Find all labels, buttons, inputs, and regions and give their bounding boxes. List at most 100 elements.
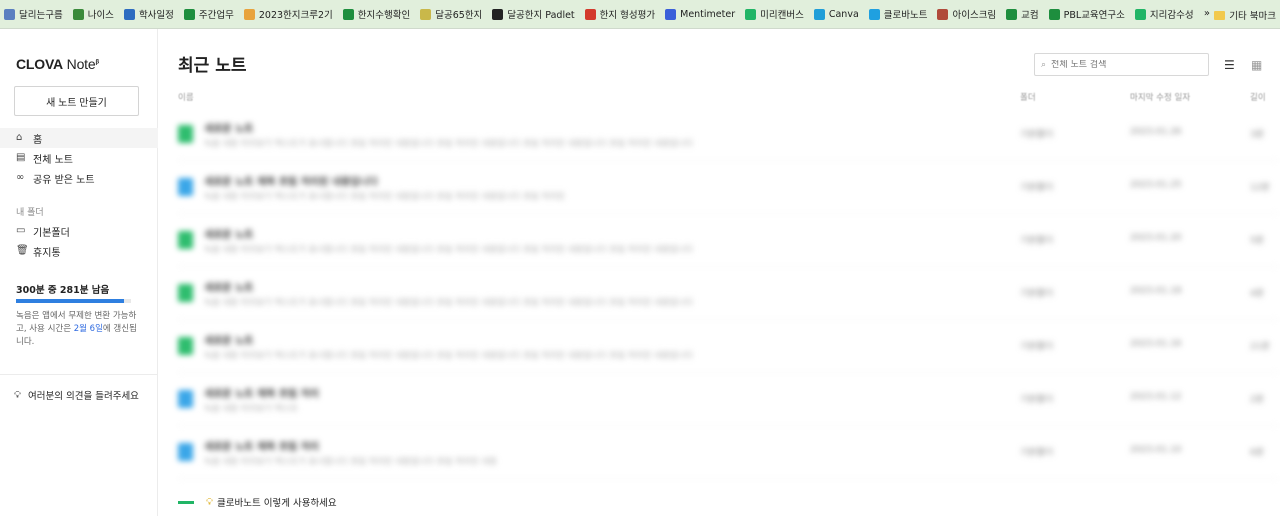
table-row[interactable]: 새로운 노트 제목 흐림 처리 녹음 내용 미리보기 텍스트 기본폴더 2023.01… [178,374,1278,426]
note-preview: 녹음 내용 미리보기 텍스트가 표시됩니다 흐림 처리된 내용입니다 흐림 처리… [204,351,693,361]
column-header-modified[interactable]: 마지막 수정 일자 [1130,91,1190,103]
note-type-icon [178,443,193,461]
logo-note: Note [62,56,96,72]
table-header: 이름 폴더 마지막 수정 일자 길이 [178,91,1280,105]
bookmark-item[interactable]: 달리는구름 [4,7,63,21]
bookmark-item[interactable]: 아이스크림 [937,7,996,21]
note-title: 새로운 노트 [204,230,254,241]
trash-icon: 🗑 [16,245,29,256]
bookmark-label: 지리감수성 [1149,10,1194,21]
bookmark-label: 한지수행확인 [357,10,411,21]
bookmark-item[interactable]: Canva [813,8,859,20]
usage-progress-fill [16,299,124,303]
bookmark-label: 달공한지 Padlet [507,10,575,21]
bookmark-item[interactable]: 한지수행확인 [342,7,411,21]
bookmark-item[interactable]: 나이스 [72,7,114,21]
bookmark-item[interactable]: 교컴 [1006,7,1039,21]
column-header-name[interactable]: 이름 [178,91,194,103]
note-folder: 기본폴더 [1020,236,1054,246]
list-view-icon[interactable]: ☰ [1224,58,1235,72]
search-box[interactable]: ⌕ [1034,53,1209,76]
note-length: 4분 [1250,289,1265,299]
table-row[interactable]: 새로운 노트 제목 흐림 처리된 내용입니다녹음 내용 미리보기 텍스트가 표시… [178,162,1278,214]
note-type-icon [178,390,193,408]
grid-view-icon[interactable]: ▦ [1251,58,1262,72]
new-note-button[interactable]: 새 노트 만들기 [14,86,139,116]
bookmark-item[interactable]: 클로바노트 [868,7,927,21]
note-modified-date: 2023.01.18 [1130,286,1182,296]
bookmark-label: 달리는구름 [19,10,63,21]
usage-title: 300분 중 281분 남음 [16,285,110,296]
bookmark-label: 미리캔버스 [760,10,804,21]
sidebar-item-home[interactable]: ⌂ 홈 [0,128,158,148]
search-input[interactable] [1051,59,1192,70]
bookmark-favicon-icon [72,8,84,20]
clova-note-logo[interactable]: CLOVA Noteβ [16,56,99,72]
note-type-icon [178,284,193,302]
feedback-link[interactable]: 💡︎ 여러분의 의견을 들려주세요 [14,388,139,403]
my-folders-heading: 내 폴더 [16,208,44,218]
column-header-length[interactable]: 길이 [1250,91,1266,103]
bookmark-item[interactable]: 학사일정 [123,7,174,21]
column-header-folder[interactable]: 폴더 [1020,91,1036,103]
note-length: 21분 [1250,342,1270,352]
bookmarks-bar: 달리는구름 나이스 학사일정 주간업무 2023한지크루2기 한지수행확인 달공65한지 달공… [0,0,1280,29]
usage-guide-link[interactable]: 💡︎ 클로바노트 이렇게 사용하세요 [178,495,337,509]
bookmark-item[interactable]: 달공65한지 [420,7,482,21]
note-type-icon [178,125,193,143]
note-modified-date: 2023.01.12 [1130,392,1182,402]
bookmark-favicon-icon [868,8,880,20]
other-bookmarks[interactable]: 기타 북마크 [1214,8,1280,22]
bookmark-label: 한지 형성평가 [599,10,656,21]
bookmark-favicon-icon [4,8,15,20]
note-preview: 녹음 내용 미리보기 텍스트가 표시됩니다 흐림 처리된 내용입니다 흐림 처리… [204,192,565,202]
bookmark-item[interactable]: 지리감수성 [1134,7,1194,21]
bookmark-favicon-icon [243,8,255,20]
bookmark-favicon-icon [937,8,949,20]
table-row[interactable]: 새로운 노트녹음 내용 미리보기 텍스트가 표시됩니다 흐림 처리된 내용입니다… [178,321,1278,373]
note-title: 새로운 노트 [204,336,254,347]
bookmark-item[interactable]: 달공한지 Padlet [492,7,575,21]
sidebar-item-trash[interactable]: 🗑 휴지통 [0,241,158,261]
bookmark-item[interactable]: 한지 형성평가 [584,7,656,21]
table-row[interactable]: 새로운 노트 녹음 내용 미리보기 텍스트가 표시됩니다 흐림 처리된 내용입니다… [178,268,1278,320]
sidebar-item-shared-notes[interactable]: ∞ 공유 받은 노트 [0,168,158,188]
sidebar-item-default-folder[interactable]: ▭ 기본폴더 [0,221,158,241]
bookmark-label: 2023한지크루2기 [258,10,333,21]
usage-description: 녹음은 앱에서 무제한 변환 가능하고, 사용 시간은 2월 6일에 갱신됩니다… [16,310,141,349]
more-bookmarks-icon[interactable]: » [1204,8,1210,19]
note-folder: 기본폴더 [1020,183,1054,193]
note-title: 새로운 노트 [204,124,254,135]
folder-icon: ▭ [16,225,26,236]
bookmark-item[interactable]: PBL교육연구소 [1048,7,1125,21]
table-row[interactable]: 새로운 노트 녹음 내용 미리보기 텍스트가 표시됩니다 흐림 처리된 내용입니다… [178,109,1278,161]
accent-bar [178,500,194,504]
table-row[interactable]: 새로운 노트 제목 흐림 처리녹음 내용 미리보기 텍스트가 표시됩니다 흐림 … [178,427,1278,479]
note-title: 새로운 노트 제목 흐림 처리된 내용입니다 [204,177,378,188]
bookmark-label: PBL교육연구소 [1063,10,1125,21]
lightbulb-icon: 💡︎ [14,389,21,401]
table-row[interactable]: 새로운 노트 녹음 내용 미리보기 텍스트가 표시됩니다 흐림 처리된 내용입니다… [178,215,1278,267]
sidebar: CLOVA Noteβ 새 노트 만들기 ⌂ 홈 ▤ 전체 노트 ∞ 공유 받은… [0,29,158,516]
folder-icon [1214,10,1226,20]
bookmark-item[interactable]: 2023한지크루2기 [243,7,333,21]
bookmark-item[interactable]: 주간업무 [183,7,234,21]
note-length: 2분 [1250,395,1265,405]
note-preview: 녹음 내용 미리보기 텍스트가 표시됩니다 흐림 처리된 내용입니다 흐림 처리… [204,457,497,467]
bookmark-item[interactable]: 미리캔버스 [745,7,804,21]
note-folder: 기본폴더 [1020,130,1054,140]
document-icon: ▤ [16,152,26,163]
page-title: 최근 노트 [178,56,247,76]
logo-beta-mark: β [95,59,99,66]
sidebar-item-all-notes[interactable]: ▤ 전체 노트 [0,148,158,168]
bookmark-label: Mentimeter [680,8,736,20]
sidebar-item-label: 휴지통 [33,247,61,259]
logo-main: CLOVA [16,56,63,72]
bookmark-item[interactable]: Mentimeter [665,8,736,20]
note-title: 새로운 노트 제목 흐림 처리 [204,442,320,453]
note-folder: 기본폴더 [1020,448,1054,458]
bookmark-label: Canva [828,8,859,20]
bookmark-favicon-icon [1048,8,1060,20]
bookmark-favicon-icon [745,8,757,20]
bookmark-favicon-icon [123,8,135,20]
